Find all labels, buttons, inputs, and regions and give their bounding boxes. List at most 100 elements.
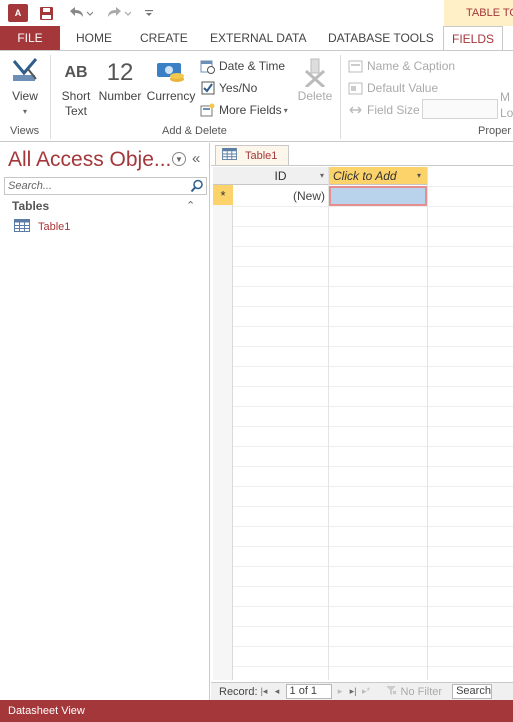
modify-lookups-label-2: Lo	[500, 106, 513, 120]
view-icon	[10, 55, 40, 89]
more-fields-label: More Fields	[219, 103, 282, 117]
yes-no-label: Yes/No	[219, 81, 258, 95]
date-time-label: Date & Time	[219, 59, 286, 73]
column-divider	[427, 167, 428, 680]
nav-item-table1[interactable]: Table1	[14, 219, 70, 235]
name-caption-label: Name & Caption	[367, 59, 456, 73]
column-header-click-to-add[interactable]: Click to Add ▾	[329, 167, 427, 185]
number-label: Number	[98, 89, 142, 103]
nav-pane-title[interactable]: All Access Obje...	[8, 148, 171, 172]
field-size-input[interactable]	[422, 99, 498, 119]
short-text-button[interactable]: AB Short Text	[58, 55, 94, 119]
record-navigation-bar: Record: |◂ ◂ 1 of 1 ▸ ▸| ▸* No Filter Se…	[211, 682, 513, 700]
document-area: Table1 ID ▾ Click to Add ▾ * (New)	[211, 143, 513, 700]
new-record-id-cell[interactable]: (New)	[233, 186, 328, 205]
record-label: Record:	[219, 685, 258, 698]
view-label: View	[12, 89, 38, 103]
view-button[interactable]: View ▾	[6, 55, 44, 119]
datasheet-grid[interactable]: ID ▾ Click to Add ▾ * (New)	[213, 167, 513, 680]
redo-icon[interactable]	[104, 3, 132, 23]
currency-label: Currency	[146, 89, 196, 103]
new-record-selector[interactable]: *	[213, 185, 233, 205]
delete-label: Delete	[297, 89, 333, 103]
tab-file[interactable]: FILE	[0, 26, 60, 50]
short-text-icon: AB	[64, 63, 88, 81]
group-label-views: Views	[10, 125, 40, 137]
modify-lookups-label-1: M	[500, 90, 510, 104]
previous-record-icon[interactable]: ◂	[271, 686, 284, 697]
currency-button[interactable]: Currency	[146, 55, 196, 104]
tab-create[interactable]: CREATE	[140, 26, 188, 50]
tab-fields[interactable]: FIELDS	[443, 26, 503, 51]
group-label-add-delete: Add & Delete	[162, 125, 227, 137]
tab-external-data[interactable]: EXTERNAL DATA	[210, 26, 306, 50]
name-caption-icon	[348, 59, 363, 74]
nav-search-input[interactable]: Search...	[4, 177, 207, 195]
first-record-icon[interactable]: |◂	[258, 686, 271, 697]
tab-underline	[211, 165, 513, 166]
more-fields-dropdown-icon: ▾	[283, 105, 288, 115]
short-text-label-1: Short	[61, 89, 91, 103]
new-record-icon[interactable]: ▸*	[360, 686, 373, 697]
status-bar: Datasheet View	[0, 700, 513, 722]
new-record-active-cell[interactable]	[329, 186, 427, 206]
customize-toolbar-icon[interactable]	[142, 3, 156, 23]
yes-no-button[interactable]: Yes/No	[200, 78, 257, 98]
filter-icon	[385, 685, 397, 699]
search-icon[interactable]	[190, 179, 204, 193]
title-bar: A TABLE TO	[0, 0, 513, 26]
column-dropdown-icon[interactable]: ▾	[417, 171, 421, 180]
no-filter-label: No Filter	[400, 685, 443, 698]
more-fields-icon	[200, 103, 215, 118]
ribbon: View ▾ AB Short Text 12 Number Currency …	[0, 50, 513, 142]
group-divider	[340, 55, 341, 139]
next-record-icon[interactable]: ▸	[334, 686, 347, 697]
field-size-label: Field Size	[367, 103, 420, 117]
nav-item-label: Table1	[38, 221, 71, 233]
name-caption-button[interactable]: Name & Caption	[348, 56, 455, 76]
tab-home[interactable]: HOME	[76, 26, 112, 50]
field-size-label-row: Field Size	[348, 100, 420, 120]
nav-search-placeholder: Search...	[8, 180, 53, 192]
nav-pane-menu-icon[interactable]: ▼	[172, 152, 186, 166]
collapse-group-icon[interactable]: ⌃	[186, 199, 195, 212]
modify-lookups-button[interactable]: M Lo	[500, 89, 513, 121]
record-search-input[interactable]: Search	[452, 684, 493, 699]
save-icon[interactable]	[38, 3, 54, 23]
shutter-bar-close-icon[interactable]: «	[192, 150, 200, 167]
ribbon-tabs: FILE HOME CREATE EXTERNAL DATA DATABASE …	[0, 26, 513, 51]
delete-icon	[302, 55, 328, 89]
column-header-id-label: ID	[274, 168, 287, 183]
date-time-icon	[200, 59, 215, 74]
access-app-icon[interactable]: A	[8, 4, 28, 22]
document-tab-table1[interactable]: Table1	[215, 145, 289, 165]
last-record-icon[interactable]: ▸|	[347, 686, 360, 697]
default-value-label: Default Value	[367, 81, 439, 95]
more-fields-button[interactable]: More Fields ▾	[200, 100, 288, 120]
date-time-button[interactable]: Date & Time	[200, 56, 285, 76]
table-tools-context-tab: TABLE TO	[444, 0, 513, 26]
app-icon-label: A	[14, 8, 22, 18]
column-divider	[328, 167, 329, 680]
delete-button[interactable]: Delete	[296, 55, 334, 104]
checkbox-icon	[200, 81, 215, 96]
number-button[interactable]: 12 Number	[96, 55, 144, 104]
group-label-properties: Proper	[478, 125, 512, 137]
column-header-id[interactable]: ID ▾	[233, 167, 328, 185]
undo-icon[interactable]	[66, 3, 94, 23]
default-value-icon	[348, 81, 363, 96]
select-all-cell[interactable]	[213, 167, 233, 185]
record-selector-column	[213, 167, 233, 680]
navigation-pane: All Access Obje... ▼ « Search... Tables …	[0, 143, 210, 700]
filter-toggle[interactable]: No Filter	[385, 685, 443, 699]
tab-database-tools[interactable]: DATABASE TOOLS	[328, 26, 434, 50]
click-to-add-label: Click to Add	[333, 168, 397, 183]
default-value-button[interactable]: Default Value	[348, 78, 438, 98]
record-position-input[interactable]: 1 of 1	[285, 684, 332, 699]
status-text: Datasheet View	[8, 705, 85, 717]
document-tab-label: Table1	[245, 149, 278, 162]
nav-group-tables[interactable]: Tables	[12, 199, 49, 213]
table-icon	[222, 148, 237, 163]
column-dropdown-icon[interactable]: ▾	[320, 171, 324, 180]
view-dropdown-icon: ▾	[22, 107, 27, 116]
